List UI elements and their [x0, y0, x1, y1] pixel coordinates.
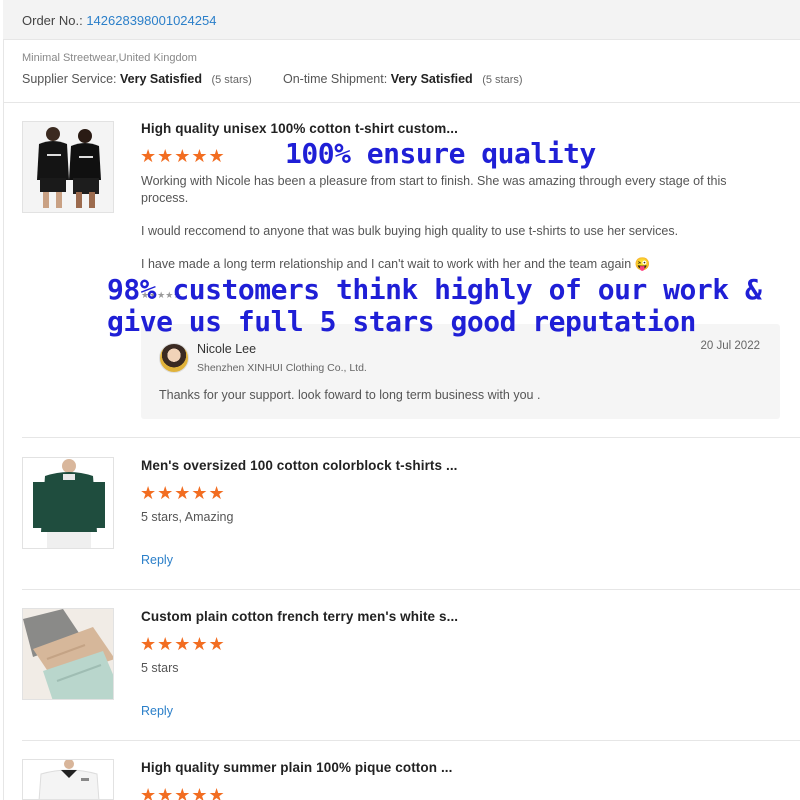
rating-stars: ★★★★★: [140, 785, 226, 800]
folded-sweatshirts-image: [23, 609, 113, 699]
order-number-link[interactable]: 142628398001024254: [86, 13, 216, 28]
product-thumbnail[interactable]: [22, 608, 114, 700]
supplier-service-rating: Supplier Service: Very Satisfied (5 star…: [22, 72, 252, 86]
product-title-link[interactable]: High quality summer plain 100% pique cot…: [141, 760, 453, 775]
supplier-service-value: Very Satisfied: [119, 72, 202, 86]
divider: [22, 740, 800, 741]
product-thumbnail[interactable]: [22, 457, 114, 549]
rating-stars: ★★★★★: [140, 483, 226, 503]
ontime-shipment-rating: On-time Shipment: Very Satisfied (5 star…: [283, 72, 523, 86]
product-thumbnail[interactable]: [22, 759, 114, 800]
polo-shirt-image: [23, 760, 113, 799]
ontime-shipment-note: (5 stars): [482, 74, 523, 86]
order-label: Order No.:: [22, 13, 83, 28]
supplier-service-label: Supplier Service:: [22, 72, 117, 86]
supplier-reply: Nicole Lee Shenzhen XINHUI Clothing Co.,…: [141, 324, 780, 419]
supplier-service-note: (5 stars): [211, 74, 252, 86]
review-text-line: Working with Nicole has been a pleasure …: [141, 174, 727, 188]
review-text-line: process.: [141, 191, 189, 205]
avatar: [159, 343, 189, 373]
ontime-shipment-value: Very Satisfied: [390, 72, 473, 86]
review-text: 5 stars: [141, 661, 179, 675]
supplier-location: Minimal Streetwear,United Kingdom: [22, 52, 197, 64]
rating-stars: ★★★★★: [140, 634, 226, 654]
divider: [22, 437, 800, 438]
review-text: 5 stars, Amazing: [141, 510, 234, 524]
rating-stars: ★★★★★: [140, 146, 226, 166]
reply-company: Shenzhen XINHUI Clothing Co., Ltd.: [197, 362, 367, 374]
product-title-link[interactable]: High quality unisex 100% cotton t-shirt …: [141, 121, 458, 136]
order-bar: Order No.: 142628398001024254: [3, 0, 800, 40]
review-text-line: I would reccomend to anyone that was bul…: [141, 224, 679, 238]
reputation-overlay-line1: 98% customers think highly of our work &: [107, 273, 762, 306]
reply-button[interactable]: Reply: [141, 553, 173, 567]
reply-button[interactable]: Reply: [141, 704, 173, 718]
reputation-overlay-line2: give us full 5 stars good reputation: [107, 305, 696, 338]
divider: [3, 102, 800, 103]
divider: [22, 589, 800, 590]
product-title-link[interactable]: Men's oversized 100 cotton colorblock t-…: [141, 458, 458, 473]
review-text-line: I have made a long term relationship and…: [141, 257, 651, 271]
reply-author-name: Nicole Lee: [197, 342, 257, 356]
product-title-link[interactable]: Custom plain cotton french terry men's w…: [141, 609, 458, 624]
reply-date: 20 Jul 2022: [700, 340, 760, 352]
green-sweater-image: [23, 458, 113, 548]
people-in-black-shirts-image: [23, 122, 113, 212]
ontime-shipment-label: On-time Shipment:: [283, 72, 388, 86]
quality-overlay-text: 100% ensure quality: [285, 137, 596, 170]
product-thumbnail[interactable]: [22, 121, 114, 213]
reply-message: Thanks for your support. look foward to …: [159, 388, 541, 402]
